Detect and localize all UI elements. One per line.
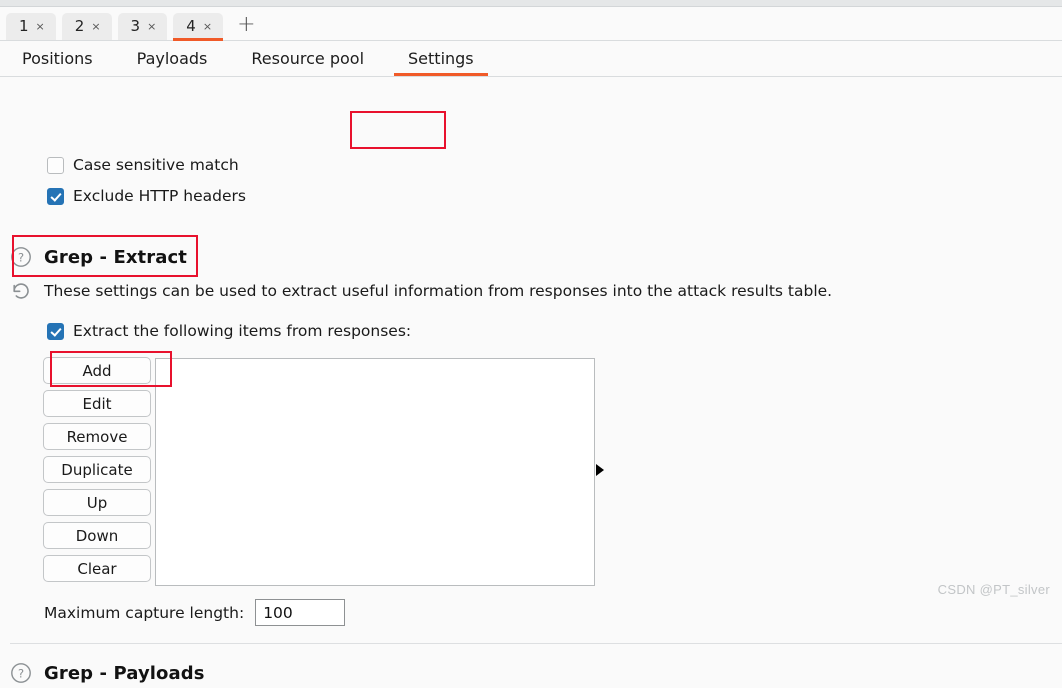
annotation-box-settings-tab	[350, 111, 446, 149]
attack-tab-label: 4	[186, 17, 196, 35]
case-sensitive-match-label: Case sensitive match	[73, 156, 239, 174]
attack-tab-label: 3	[130, 17, 141, 35]
attack-tab-4[interactable]: 4 ×	[173, 13, 224, 41]
grep-extract-button-column: Add Edit Remove Duplicate Up Down Clear	[43, 357, 151, 588]
exclude-http-headers-label: Exclude HTTP headers	[73, 187, 246, 205]
attack-tab-2[interactable]: 2 ×	[61, 13, 112, 40]
svg-text:?: ?	[18, 250, 24, 264]
tab-positions[interactable]: Positions	[0, 41, 115, 76]
close-icon[interactable]: ×	[147, 21, 156, 33]
remove-button[interactable]: Remove	[43, 423, 151, 450]
close-icon[interactable]: ×	[203, 21, 212, 33]
duplicate-button[interactable]: Duplicate	[43, 456, 151, 483]
attack-tab-label: 2	[74, 17, 85, 35]
triangle-right-icon[interactable]	[596, 464, 604, 476]
max-capture-length-input[interactable]: 100	[255, 599, 346, 626]
help-icon-grep-payloads[interactable]: ?	[10, 662, 32, 688]
reset-icon-grep-extract[interactable]	[10, 280, 32, 306]
help-icon-grep-extract[interactable]: ?	[10, 246, 32, 272]
section-divider	[10, 643, 1062, 644]
grep-payloads-title: Grep - Payloads	[44, 663, 205, 684]
grep-extract-title: Grep - Extract	[44, 247, 187, 268]
close-icon[interactable]: ×	[36, 21, 45, 33]
close-icon[interactable]: ×	[91, 21, 100, 33]
clear-button[interactable]: Clear	[43, 555, 151, 582]
window-top-strip	[0, 0, 1062, 7]
extract-items-row[interactable]: Extract the following items from respons…	[47, 322, 411, 340]
exclude-http-headers-checkbox[interactable]	[47, 187, 64, 205]
extract-items-list[interactable]	[155, 358, 595, 586]
case-sensitive-match-row[interactable]: Case sensitive match	[47, 156, 239, 174]
edit-button[interactable]: Edit	[43, 390, 151, 417]
up-button[interactable]: Up	[43, 489, 151, 516]
attack-tab-label: 1	[19, 17, 29, 35]
svg-text:?: ?	[18, 666, 24, 680]
case-sensitive-match-checkbox[interactable]	[47, 156, 64, 174]
grep-extract-description: These settings can be used to extract us…	[44, 282, 833, 300]
tab-settings[interactable]: Settings	[386, 41, 496, 76]
tab-resource-pool[interactable]: Resource pool	[229, 41, 386, 76]
attack-tab-3[interactable]: 3 ×	[117, 13, 168, 40]
attack-tab-bar: 1 × 2 × 3 × 4 × +	[0, 7, 1062, 41]
extract-items-checkbox[interactable]	[47, 322, 64, 340]
tab-payloads[interactable]: Payloads	[115, 41, 230, 76]
attack-tab-1[interactable]: 1 ×	[6, 13, 56, 40]
down-button[interactable]: Down	[43, 522, 151, 549]
watermark: CSDN @PT_silver	[937, 582, 1050, 597]
add-button[interactable]: Add	[43, 357, 151, 384]
extract-items-label: Extract the following items from respons…	[73, 322, 412, 340]
max-capture-length-row: Maximum capture length: 100	[44, 599, 346, 626]
exclude-http-headers-row[interactable]: Exclude HTTP headers	[47, 187, 246, 205]
max-capture-length-label: Maximum capture length:	[44, 603, 245, 622]
add-tab-button[interactable]: +	[229, 14, 263, 40]
settings-tab-bar: Positions Payloads Resource pool Setting…	[0, 41, 1062, 77]
